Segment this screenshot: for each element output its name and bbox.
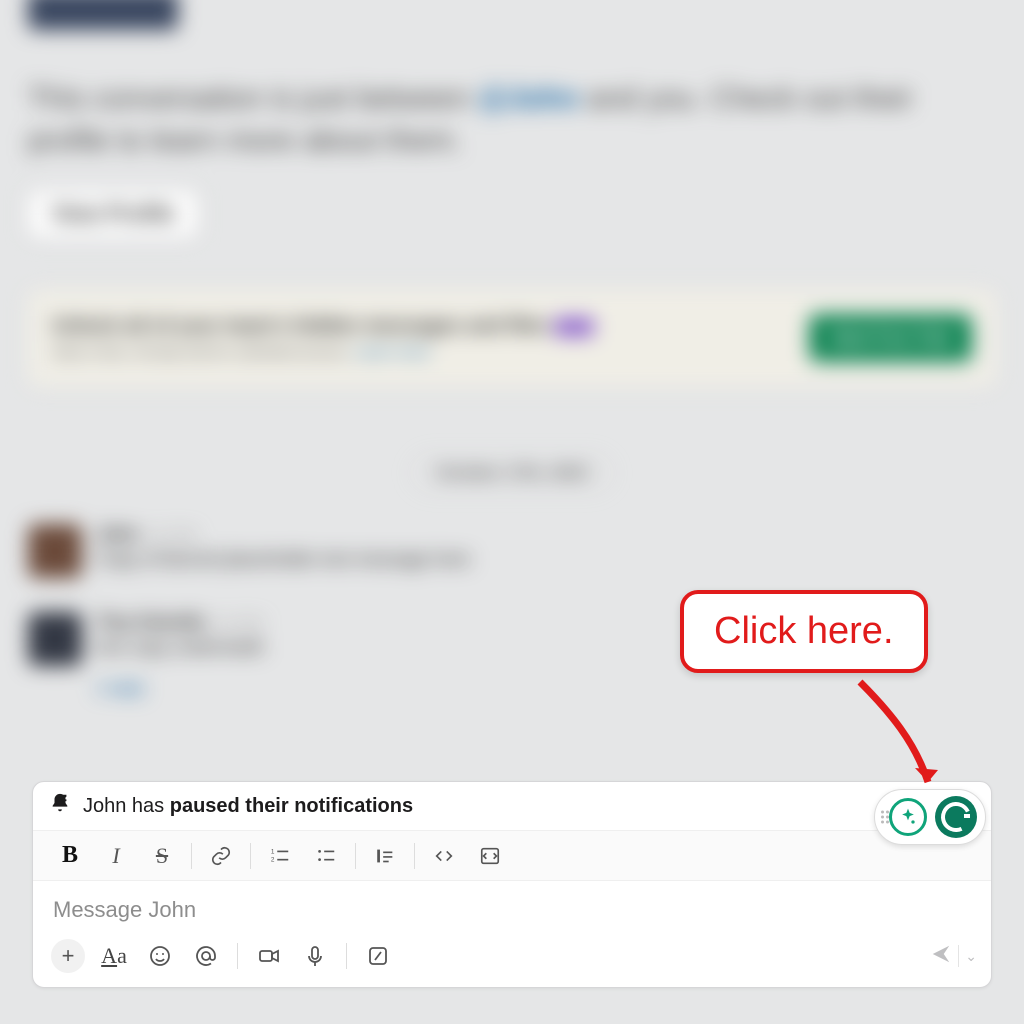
message-placeholder: Message John: [53, 897, 971, 923]
bulleted-list-button[interactable]: [303, 831, 349, 881]
divider: [958, 945, 959, 967]
notification-status-text: John has paused their notifications: [83, 795, 413, 818]
message-input[interactable]: Message John: [33, 881, 991, 931]
attach-button[interactable]: +: [47, 935, 89, 977]
plus-icon: +: [51, 939, 85, 973]
message: John2:47 PM Copy of blurred placeholder …: [28, 524, 996, 578]
start-trial-button[interactable]: Start Free Trial: [809, 314, 972, 362]
code-block-button[interactable]: [467, 831, 513, 881]
avatar: [28, 612, 82, 666]
send-button[interactable]: [930, 943, 952, 970]
arrow-annotation: [830, 672, 950, 812]
strikethrough-button[interactable]: S: [139, 831, 185, 881]
video-button[interactable]: [248, 935, 290, 977]
drag-handle-icon: [881, 811, 889, 824]
divider: [250, 843, 251, 869]
text-format-icon: Aa: [101, 943, 127, 969]
link-button[interactable]: [198, 831, 244, 881]
mention-button[interactable]: [185, 935, 227, 977]
message-composer: John has paused their notifications B I …: [32, 781, 992, 988]
date-divider: October 17th, 2023: [413, 456, 611, 490]
view-profile-button[interactable]: View Profile: [28, 190, 198, 238]
italic-button[interactable]: I: [93, 831, 139, 881]
formatting-toolbar: B I S 12: [33, 831, 991, 881]
user-mention: @John: [478, 82, 579, 115]
svg-text:1: 1: [271, 848, 275, 855]
ordered-list-button[interactable]: 12: [257, 831, 303, 881]
send-options-button[interactable]: ⌄: [965, 948, 977, 965]
divider: [346, 943, 347, 969]
divider: [191, 843, 192, 869]
upgrade-banner: Unlock all of your team's hidden message…: [28, 290, 996, 386]
formatting-toggle-button[interactable]: Aa: [93, 935, 135, 977]
composer-actions: + Aa ⌄: [33, 931, 991, 987]
instruction-callout: Click here.: [680, 590, 928, 673]
emoji-button[interactable]: [139, 935, 181, 977]
code-button[interactable]: [421, 831, 467, 881]
divider: [355, 843, 356, 869]
dm-intro-text: This conversation is just between @John …: [28, 78, 996, 162]
bold-button[interactable]: B: [47, 831, 93, 881]
divider: [414, 843, 415, 869]
bell-snooze-icon: [49, 792, 71, 820]
shortcuts-button[interactable]: [357, 935, 399, 977]
svg-text:2: 2: [271, 856, 275, 863]
audio-button[interactable]: [294, 935, 336, 977]
avatar: [28, 524, 82, 578]
blockquote-button[interactable]: [362, 831, 408, 881]
avatar: [28, 0, 178, 30]
divider: [237, 943, 238, 969]
